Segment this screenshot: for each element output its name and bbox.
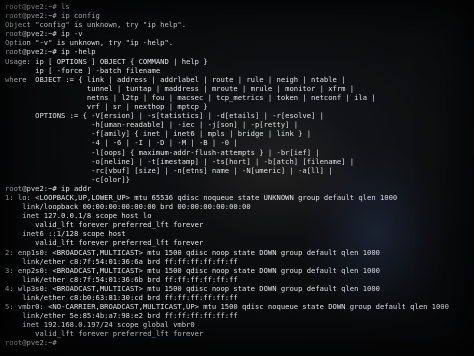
- terminal-output-line: netns | l2tp | fou | macsec | tcp_metric…: [5, 92, 376, 102]
- terminal-output-line: -rc[vbuf] [size] | -n[etns] name | -N[um…: [5, 165, 333, 175]
- terminal-output-line: -l[oops] { maximum-addr-flush-attempts }…: [5, 147, 320, 157]
- terminal-prompt-line: root@pve2:~# ip config: [5, 11, 100, 21]
- terminal-output-line: inet6 ::1/128 scope host: [5, 229, 126, 239]
- terminal-output-line: 3: enp2s0: <BROADCAST,MULTICAST> mtu 150…: [5, 265, 380, 275]
- terminal-output-line: -c[olor]}: [5, 174, 130, 184]
- terminal-output-line: 5: vmbr0: <NO-CARRIER,BROADCAST,MULTICAS…: [5, 302, 449, 312]
- terminal-output-line: inet 192.168.0.197/24 scope global vmbr0: [5, 320, 195, 330]
- terminal-output-line: OPTIONS := { -V[ersion] | -s[tatistics] …: [5, 111, 324, 121]
- terminal-output-line: where OBJECT := { link | address | addrl…: [5, 74, 346, 84]
- terminal-output-line: valid_lft forever preferred_lft forever: [5, 220, 204, 230]
- terminal-output-line: inet 127.0.0.1/8 scope host lo: [5, 211, 152, 221]
- terminal-output-line: 1: lo: <LOOPBACK,UP,LOWER_UP> mtu 65536 …: [5, 192, 398, 202]
- terminal-output-line: vrf | sr | nexthop | mptcp }: [5, 102, 208, 112]
- terminal-output-line: link/ether c8:7f:54:01:36:6a brd ff:ff:f…: [5, 256, 238, 266]
- terminal-prompt-line: root@pve2:~# ip -help: [5, 47, 96, 57]
- terminal-prompt-line: root@pve2:~# ls: [5, 2, 70, 11]
- terminal-output-line: 2: enp1s0: <BROADCAST,MULTICAST> mtu 150…: [5, 247, 380, 257]
- terminal-output-line: -h[uman-readable] | -iec | -j[son] | -p[…: [5, 120, 299, 130]
- terminal-output-line: link/ether c8:b0:63:81:30:cd brd ff:ff:f…: [5, 293, 238, 302]
- terminal-console[interactable]: root@pve2:~# ls root@pve2:~# ip config Obj…: [5, 2, 471, 354]
- terminal-output-line: link/ether c8:7f:54:01:36:6b brd ff:ff:f…: [5, 274, 238, 284]
- terminal-prompt-line: root@pve2:~# ip -v: [5, 29, 83, 39]
- monitor-screen: root@pve2:~# ls root@pve2:~# ip config Obj…: [0, 0, 474, 356]
- terminal-output-line: -4 | -6 | -I | -D | -M | -B | -0 |: [5, 138, 238, 148]
- terminal-output-line: -f[amily] { inet | inet6 | mpls | bridge…: [5, 129, 312, 139]
- terminal-output-line: Usage: ip [ OPTIONS ] OBJECT { COMMAND |…: [5, 56, 208, 66]
- terminal-prompt-line: root@pve2:~# ip addr: [5, 183, 92, 193]
- terminal-output-line: 4: wlp3s0: <BROADCAST,MULTICAST> mtu 150…: [5, 283, 380, 293]
- terminal-output-line: valid_lft forever preferred_lft forever: [5, 238, 204, 248]
- terminal-output-line: valid_lft forever preferred_lft forever: [5, 329, 204, 339]
- terminal-prompt-line: root@pve2:~#: [5, 338, 57, 348]
- terminal-output-line: link/loopback 00:00:00:00:00:00 brd 00:0…: [5, 202, 251, 212]
- terminal-output-line: link/ether 5e:85:4b:a7:98:e2 brd ff:ff:f…: [5, 311, 238, 321]
- terminal-output-line: -o[neline] | -t[imestamp] | -ts[hort] | …: [5, 156, 355, 166]
- terminal-output-line: tunnel | tuntap | maddress | mroute | mr…: [5, 83, 355, 93]
- terminal-output-line: ip [ -force ] -batch filename: [5, 65, 161, 75]
- terminal-output-line: Object "config" is unknown, try "ip help…: [5, 20, 187, 30]
- terminal-output-line: Option "-v" is unknown, try "ip -help".: [5, 38, 174, 48]
